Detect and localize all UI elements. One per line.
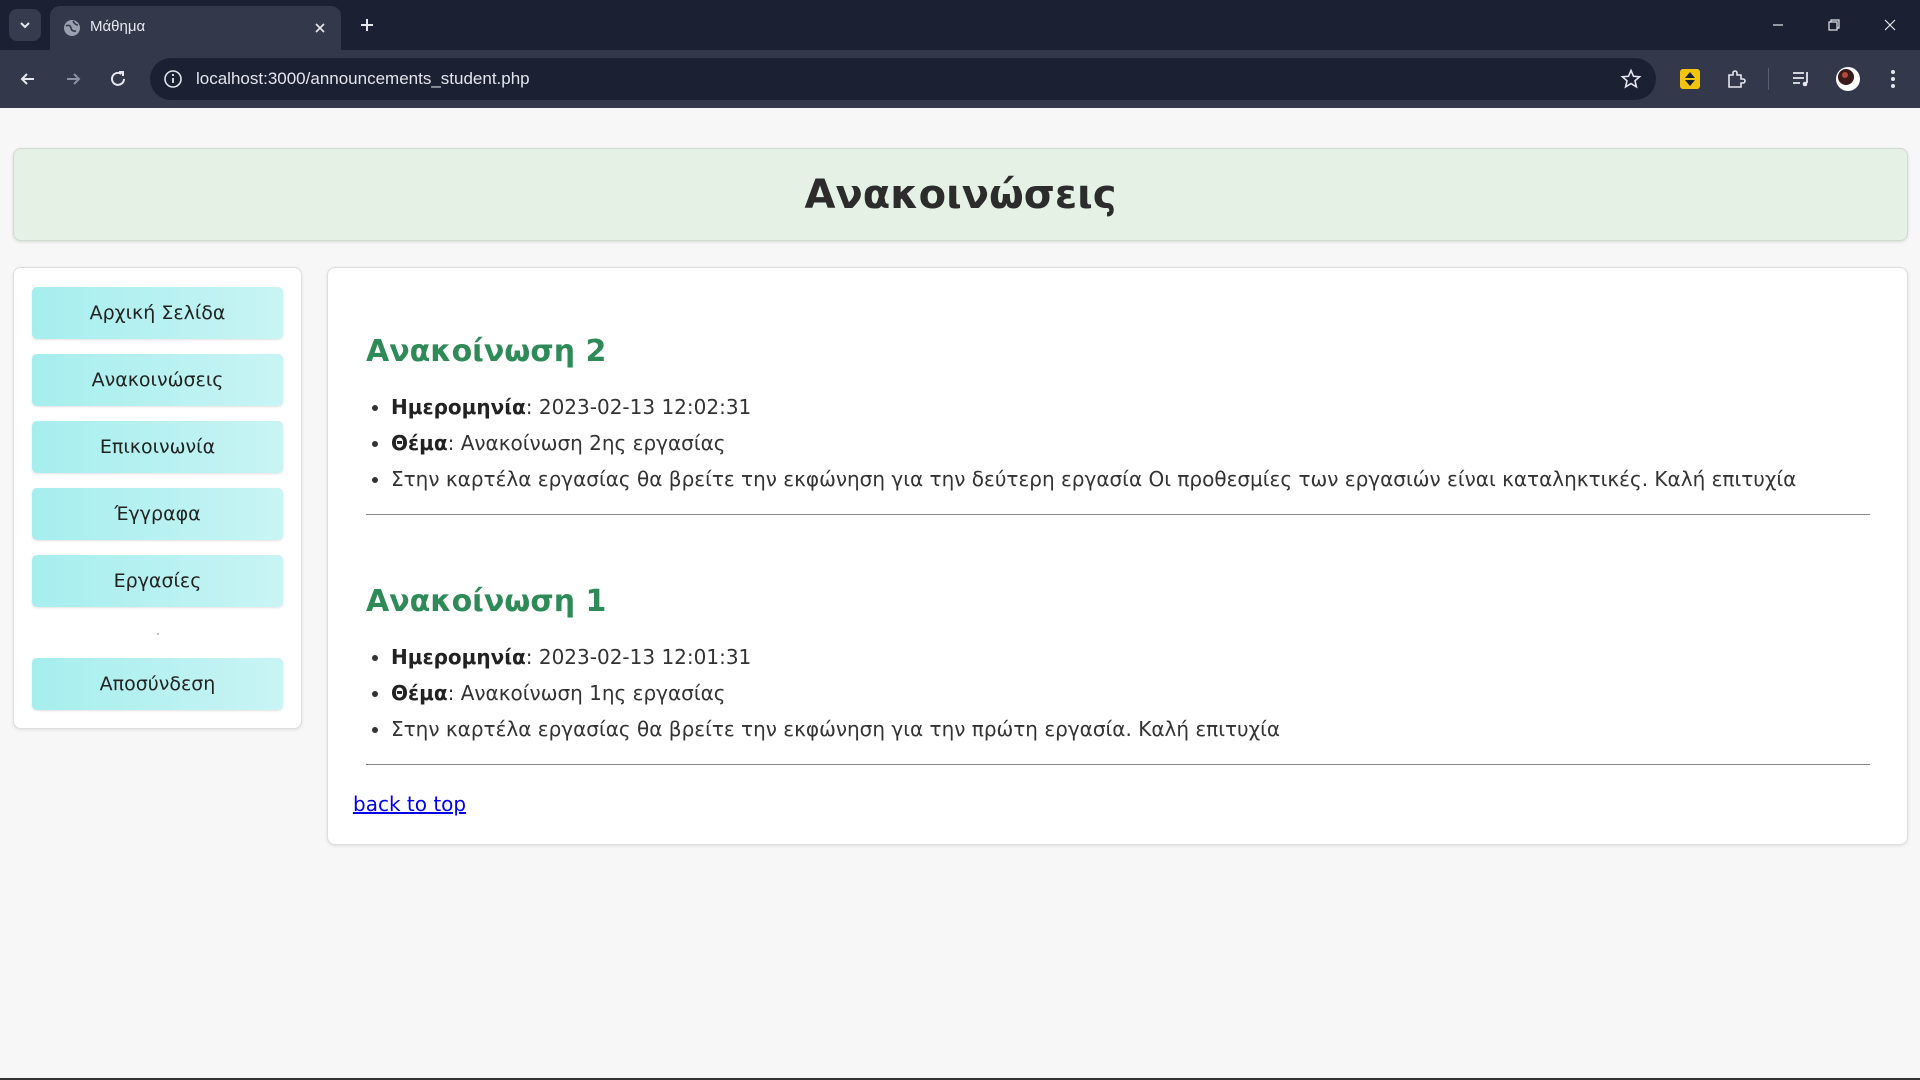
tab-search-button[interactable] xyxy=(9,9,41,41)
announcement-item: Ανακοίνωση 2 Ημερομηνία: 2023-02-13 12:0… xyxy=(366,334,1870,515)
restore-icon xyxy=(1828,19,1840,31)
playlist-icon xyxy=(1793,72,1808,87)
minimize-button[interactable] xyxy=(1750,0,1806,50)
sidebar-item-announcements[interactable]: Ανακοινώσεις xyxy=(32,354,283,406)
subject-label: Θέμα xyxy=(391,681,448,705)
close-icon xyxy=(1884,19,1896,31)
browser-tabstrip: Μάθημα xyxy=(0,0,1920,50)
restore-button[interactable] xyxy=(1806,0,1862,50)
info-icon[interactable] xyxy=(162,68,184,90)
minimize-icon xyxy=(1773,24,1783,26)
browser-toolbar: localhost:3000/announcements_student.php xyxy=(0,50,1920,108)
divider xyxy=(366,514,1870,515)
sidebar-item-home[interactable]: Αρχική Σελίδα xyxy=(32,287,283,339)
announcement-title: Ανακοίνωση 1 xyxy=(366,584,607,619)
sidebar-item-documents[interactable]: Έγγραφα xyxy=(32,488,283,540)
logout-button[interactable]: Αποσύνδεση xyxy=(32,658,283,710)
extension-yellow-icon xyxy=(1680,69,1700,89)
announcement-details: Ημερομηνία: 2023-02-13 12:01:31 Θέμα: Αν… xyxy=(366,639,1870,747)
announcements-panel: Ανακοίνωση 2 Ημερομηνία: 2023-02-13 12:0… xyxy=(327,267,1908,845)
announcement-item: Ανακοίνωση 1 Ημερομηνία: 2023-02-13 12:0… xyxy=(366,584,1870,765)
media-control-button[interactable] xyxy=(1789,66,1815,92)
announcement-subject: Θέμα: Ανακοίνωση 2ης εργασίας xyxy=(391,425,1870,461)
tab-title: Μάθημα xyxy=(90,18,146,35)
chevron-down-icon xyxy=(20,22,30,29)
arrow-left-icon xyxy=(20,73,34,85)
browser-tab[interactable]: Μάθημα xyxy=(50,6,341,50)
subject-label: Θέμα xyxy=(391,431,448,455)
tab-close-button[interactable] xyxy=(309,17,331,39)
toolbar-divider xyxy=(1768,68,1769,90)
announcement-body: Στην καρτέλα εργασίας θα βρείτε την εκφώ… xyxy=(391,711,1870,747)
extension-badge-icon[interactable] xyxy=(1677,66,1703,92)
extensions-button[interactable] xyxy=(1723,66,1749,92)
avatar-icon xyxy=(1836,67,1860,91)
announcement-body: Στην καρτέλα εργασίας θα βρείτε την εκφώ… xyxy=(391,461,1870,497)
date-value: : 2023-02-13 12:02:31 xyxy=(525,395,752,419)
reload-button[interactable] xyxy=(102,63,134,95)
more-vertical-icon xyxy=(1891,70,1895,88)
date-label: Ημερομηνία xyxy=(391,395,526,419)
sidebar-separator-dot xyxy=(157,633,159,635)
close-icon xyxy=(315,23,325,33)
announcement-subject: Θέμα: Ανακοίνωση 1ης εργασίας xyxy=(391,675,1870,711)
back-button[interactable] xyxy=(12,63,44,95)
arrow-right-icon xyxy=(67,73,81,85)
puzzle-icon xyxy=(1728,70,1746,88)
globe-icon xyxy=(64,20,80,36)
page-header: Ανακοινώσεις xyxy=(13,148,1908,241)
menu-button[interactable] xyxy=(1880,66,1906,92)
address-bar[interactable]: localhost:3000/announcements_student.php xyxy=(150,58,1656,100)
profile-button[interactable] xyxy=(1835,66,1861,92)
reload-icon xyxy=(111,71,125,86)
date-value: : 2023-02-13 12:01:31 xyxy=(525,645,752,669)
sidebar: Αρχική Σελίδα Ανακοινώσεις Επικοινωνία Έ… xyxy=(13,267,302,729)
announcement-date: Ημερομηνία: 2023-02-13 12:01:31 xyxy=(391,639,1870,675)
page-viewport: Ανακοινώσεις Αρχική Σελίδα Ανακοινώσεις … xyxy=(0,108,1920,1078)
subject-value: : Ανακοίνωση 1ης εργασίας xyxy=(447,681,726,705)
announcement-details: Ημερομηνία: 2023-02-13 12:02:31 Θέμα: Αν… xyxy=(366,389,1870,497)
back-to-top-link[interactable]: back to top xyxy=(353,792,466,816)
announcement-title: Ανακοίνωση 2 xyxy=(366,334,607,369)
page-title: Ανακοινώσεις xyxy=(804,171,1117,218)
subject-value: : Ανακοίνωση 2ης εργασίας xyxy=(447,431,726,455)
window-close-button[interactable] xyxy=(1862,0,1918,50)
sidebar-item-assignments[interactable]: Εργασίες xyxy=(32,555,283,607)
url-text[interactable]: localhost:3000/announcements_student.php xyxy=(196,69,530,89)
sidebar-item-contact[interactable]: Επικοινωνία xyxy=(32,421,283,473)
plus-icon xyxy=(361,19,373,31)
date-label: Ημερομηνία xyxy=(391,645,526,669)
divider xyxy=(366,764,1870,765)
announcement-date: Ημερομηνία: 2023-02-13 12:02:31 xyxy=(391,389,1870,425)
forward-button[interactable] xyxy=(57,63,89,95)
star-icon[interactable] xyxy=(1620,68,1642,90)
new-tab-button[interactable] xyxy=(352,10,382,40)
